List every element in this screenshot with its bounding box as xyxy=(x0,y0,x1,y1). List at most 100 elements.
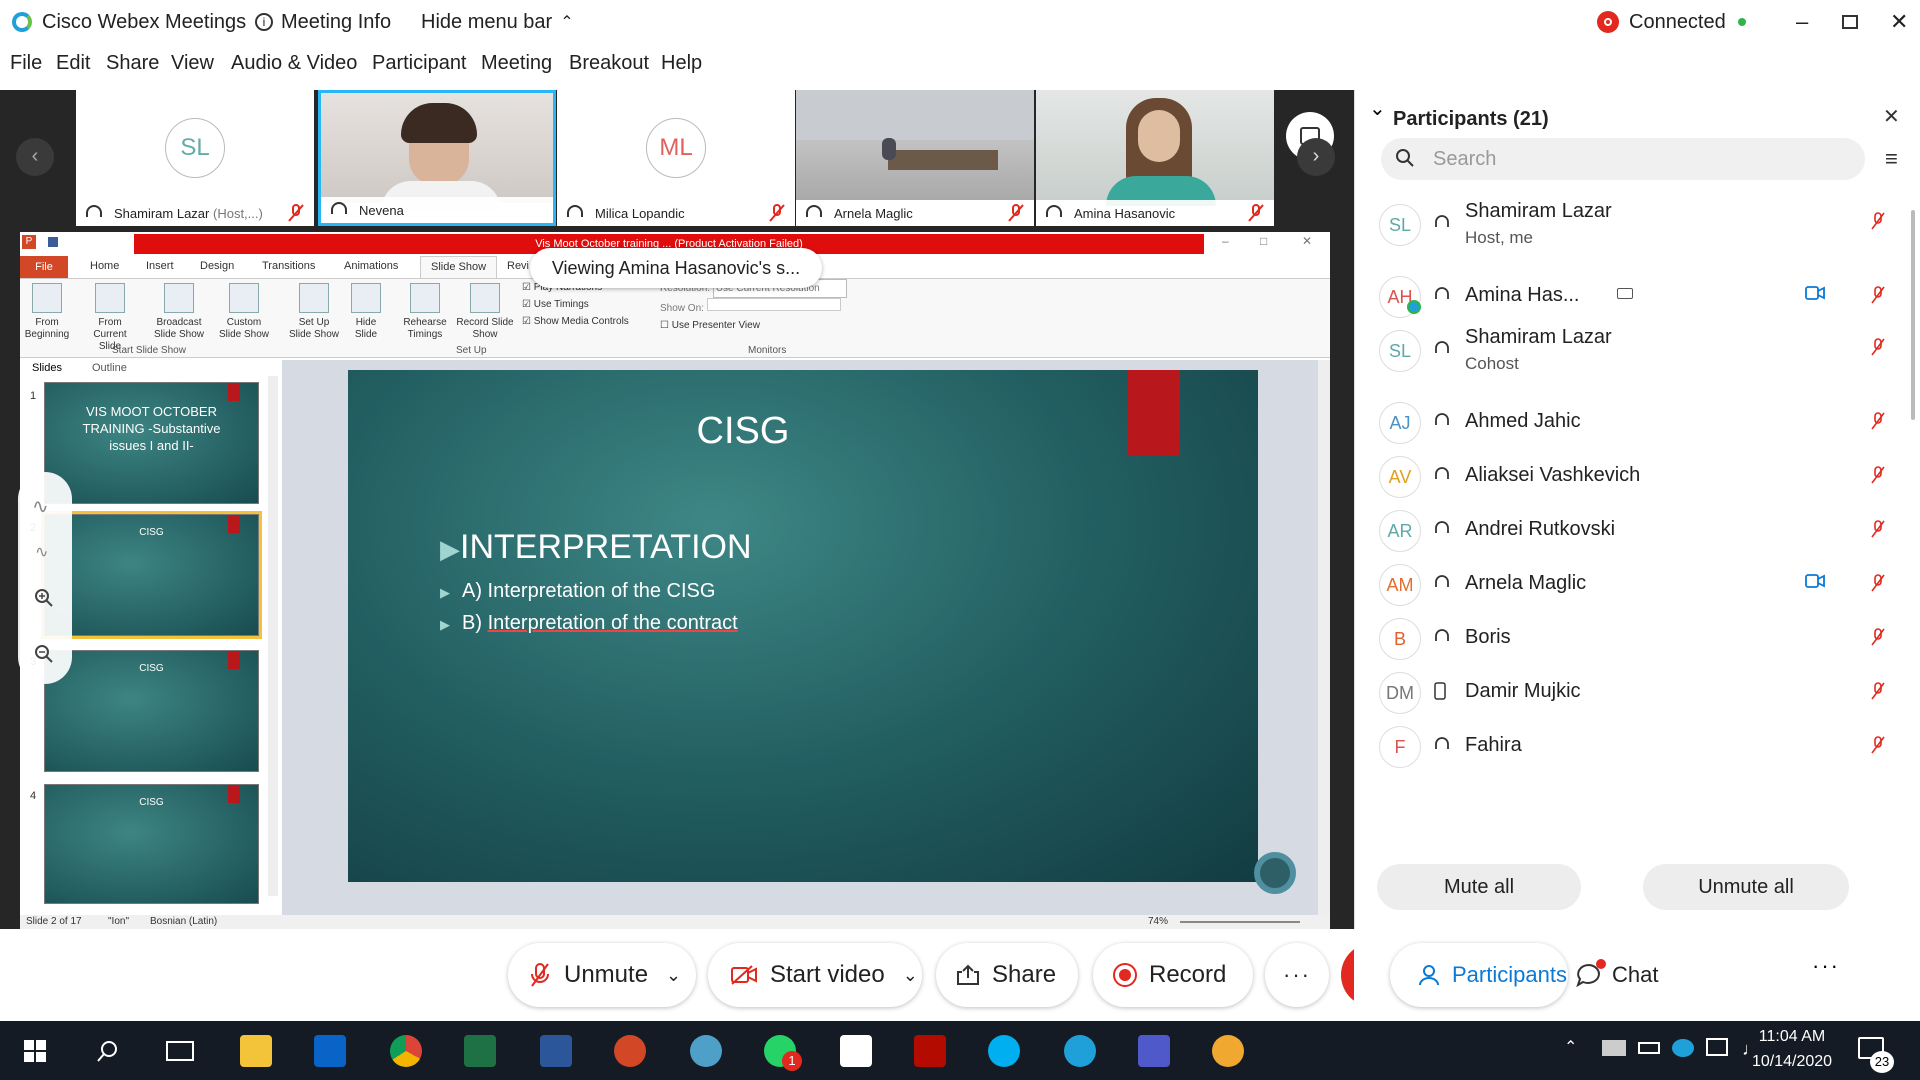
clock-date[interactable]: 10/14/2020 xyxy=(1744,1053,1840,1071)
battery-icon[interactable] xyxy=(1638,1042,1660,1054)
from-beginning-button[interactable]: From Beginning xyxy=(24,283,70,341)
skype-icon[interactable] xyxy=(988,1035,1020,1067)
menu-participant[interactable]: Participant xyxy=(372,52,467,75)
muted-mic-icon[interactable] xyxy=(1871,628,1885,646)
participant-row[interactable]: SL Shamiram Lazar Host, me xyxy=(1355,192,1920,264)
pointer-icon[interactable]: ∿ xyxy=(35,542,48,562)
hide-menu-bar-button[interactable]: Hide menu bar ⌃ xyxy=(421,0,574,44)
from-current-button[interactable]: From Current Slide xyxy=(82,283,138,353)
search-field[interactable]: Search xyxy=(1381,138,1865,180)
video-tile-active-speaker[interactable]: Nevena xyxy=(318,90,556,226)
globe-icon[interactable] xyxy=(690,1035,722,1067)
network-drive-icon[interactable] xyxy=(1602,1040,1626,1056)
ppt-tab-review[interactable]: Revi xyxy=(507,260,529,272)
video-tile[interactable]: Arnela Maglic xyxy=(796,90,1034,226)
paint-icon[interactable] xyxy=(1212,1035,1244,1067)
video-tile[interactable]: Amina Hasanovic xyxy=(1036,90,1274,226)
menu-audio-video[interactable]: Audio & Video xyxy=(231,52,357,75)
unmute-button[interactable]: Unmute ⌄ xyxy=(508,943,696,1007)
chrome-icon[interactable] xyxy=(390,1035,422,1067)
record-button[interactable]: Record xyxy=(1093,943,1253,1007)
video-tile[interactable]: ML Milica Lopandic xyxy=(557,90,795,226)
sort-icon[interactable]: ≡ xyxy=(1885,146,1898,172)
ppt-tab-design[interactable]: Design xyxy=(200,260,234,272)
ppt-tab-home[interactable]: Home xyxy=(90,260,119,272)
display-icon[interactable] xyxy=(1706,1038,1728,1056)
clock-time[interactable]: 11:04 AM xyxy=(1750,1028,1834,1046)
ppt-tab-insert[interactable]: Insert xyxy=(146,260,174,272)
menu-help[interactable]: Help xyxy=(661,52,702,75)
menu-breakout[interactable]: Breakout xyxy=(569,52,649,75)
word-icon[interactable] xyxy=(540,1035,572,1067)
teams-icon[interactable] xyxy=(1138,1035,1170,1067)
save-icon[interactable] xyxy=(48,237,58,247)
muted-mic-icon[interactable] xyxy=(1871,466,1885,484)
panel-more-button[interactable]: ··· xyxy=(1812,953,1840,979)
muted-mic-icon[interactable] xyxy=(1871,212,1885,230)
meeting-info-button[interactable]: i Meeting Info xyxy=(255,0,391,44)
muted-mic-icon[interactable] xyxy=(1871,412,1885,430)
unmute-all-button[interactable]: Unmute all xyxy=(1643,864,1849,910)
ppt-tab-animations[interactable]: Animations xyxy=(344,260,398,272)
muted-mic-icon[interactable] xyxy=(1871,682,1885,700)
pen-icon[interactable]: ∿ xyxy=(32,494,49,519)
slide-thumbnail[interactable]: CISG xyxy=(44,784,259,904)
ppt-tab-slide-show[interactable]: Slide Show xyxy=(420,256,498,279)
muted-mic-icon[interactable] xyxy=(1871,286,1885,304)
broadcast-button[interactable]: Broadcast Slide Show xyxy=(150,283,208,341)
main-scrollbar[interactable] xyxy=(1318,360,1330,915)
excel-icon[interactable] xyxy=(464,1035,496,1067)
hide-slide-button[interactable]: Hide Slide xyxy=(346,283,386,341)
chevron-down-icon[interactable]: ⌄ xyxy=(1369,96,1386,121)
more-options-button[interactable]: ··· xyxy=(1265,943,1329,1007)
zoom-slider[interactable] xyxy=(1180,921,1300,923)
ppt-tab-transitions[interactable]: Transitions xyxy=(262,260,315,272)
menu-view[interactable]: View xyxy=(171,52,214,75)
show-media-controls-checkbox[interactable]: ☑ Show Media Controls xyxy=(522,313,629,330)
slide-thumbnail-selected[interactable]: CISG xyxy=(41,511,262,639)
notes-icon[interactable] xyxy=(840,1035,872,1067)
rehearse-button[interactable]: Rehearse Timings xyxy=(400,283,450,341)
custom-slideshow-button[interactable]: Custom Slide Show xyxy=(216,283,272,341)
filmstrip-prev-button[interactable]: ‹ xyxy=(16,138,54,176)
task-view-icon[interactable] xyxy=(166,1041,194,1061)
zoom-in-icon[interactable] xyxy=(34,588,54,608)
webex-tray-icon[interactable] xyxy=(1672,1039,1694,1057)
record-slideshow-button[interactable]: Record Slide Show xyxy=(454,283,516,341)
pane-tab-slides[interactable]: Slides xyxy=(32,362,62,374)
menu-meeting[interactable]: Meeting xyxy=(481,52,552,75)
list-scrollbar[interactable] xyxy=(1911,210,1915,420)
zoom-out-icon[interactable] xyxy=(34,644,54,664)
outlook-icon[interactable] xyxy=(314,1035,346,1067)
share-button[interactable]: Share xyxy=(936,943,1078,1007)
close-panel-button[interactable]: ✕ xyxy=(1883,104,1900,129)
restore-button[interactable] xyxy=(1842,0,1858,44)
pane-tab-outline[interactable]: Outline xyxy=(92,362,127,374)
setup-slideshow-button[interactable]: Set Up Slide Show xyxy=(288,283,340,341)
start-video-button[interactable]: Start video ⌄ xyxy=(708,943,922,1007)
muted-mic-icon[interactable] xyxy=(1871,736,1885,754)
participants-tab-button[interactable]: Participants xyxy=(1390,943,1568,1007)
mute-all-button[interactable]: Mute all xyxy=(1377,864,1581,910)
ppt-close-button[interactable]: ✕ xyxy=(1302,234,1312,248)
menu-edit[interactable]: Edit xyxy=(56,52,90,75)
menu-file[interactable]: File xyxy=(10,52,42,75)
ppt-tab-file[interactable]: File xyxy=(20,256,68,278)
filmstrip-next-button[interactable]: › xyxy=(1297,138,1335,176)
use-timings-checkbox[interactable]: ☑ Use Timings xyxy=(522,296,629,313)
muted-mic-icon[interactable] xyxy=(1871,574,1885,592)
participant-row[interactable]: SL Shamiram Lazar Cohost xyxy=(1355,318,1920,390)
slides-pane-scrollbar[interactable] xyxy=(268,376,278,896)
ppt-restore-button[interactable]: □ xyxy=(1260,234,1267,248)
muted-mic-icon[interactable] xyxy=(1871,520,1885,538)
minimize-button[interactable]: – xyxy=(1796,0,1808,44)
muted-mic-icon[interactable] xyxy=(1871,338,1885,356)
windows-start-icon[interactable] xyxy=(24,1040,46,1062)
chevron-up-icon[interactable]: ⌃ xyxy=(1564,1037,1577,1057)
acrobat-icon[interactable] xyxy=(914,1035,946,1067)
file-explorer-icon[interactable] xyxy=(240,1035,272,1067)
search-icon[interactable] xyxy=(96,1039,120,1063)
participant-row[interactable]: F Fahira xyxy=(1355,714,1920,780)
powerpoint-icon[interactable] xyxy=(614,1035,646,1067)
presenter-view-checkbox[interactable]: ☐ Use Presenter View xyxy=(660,317,847,334)
